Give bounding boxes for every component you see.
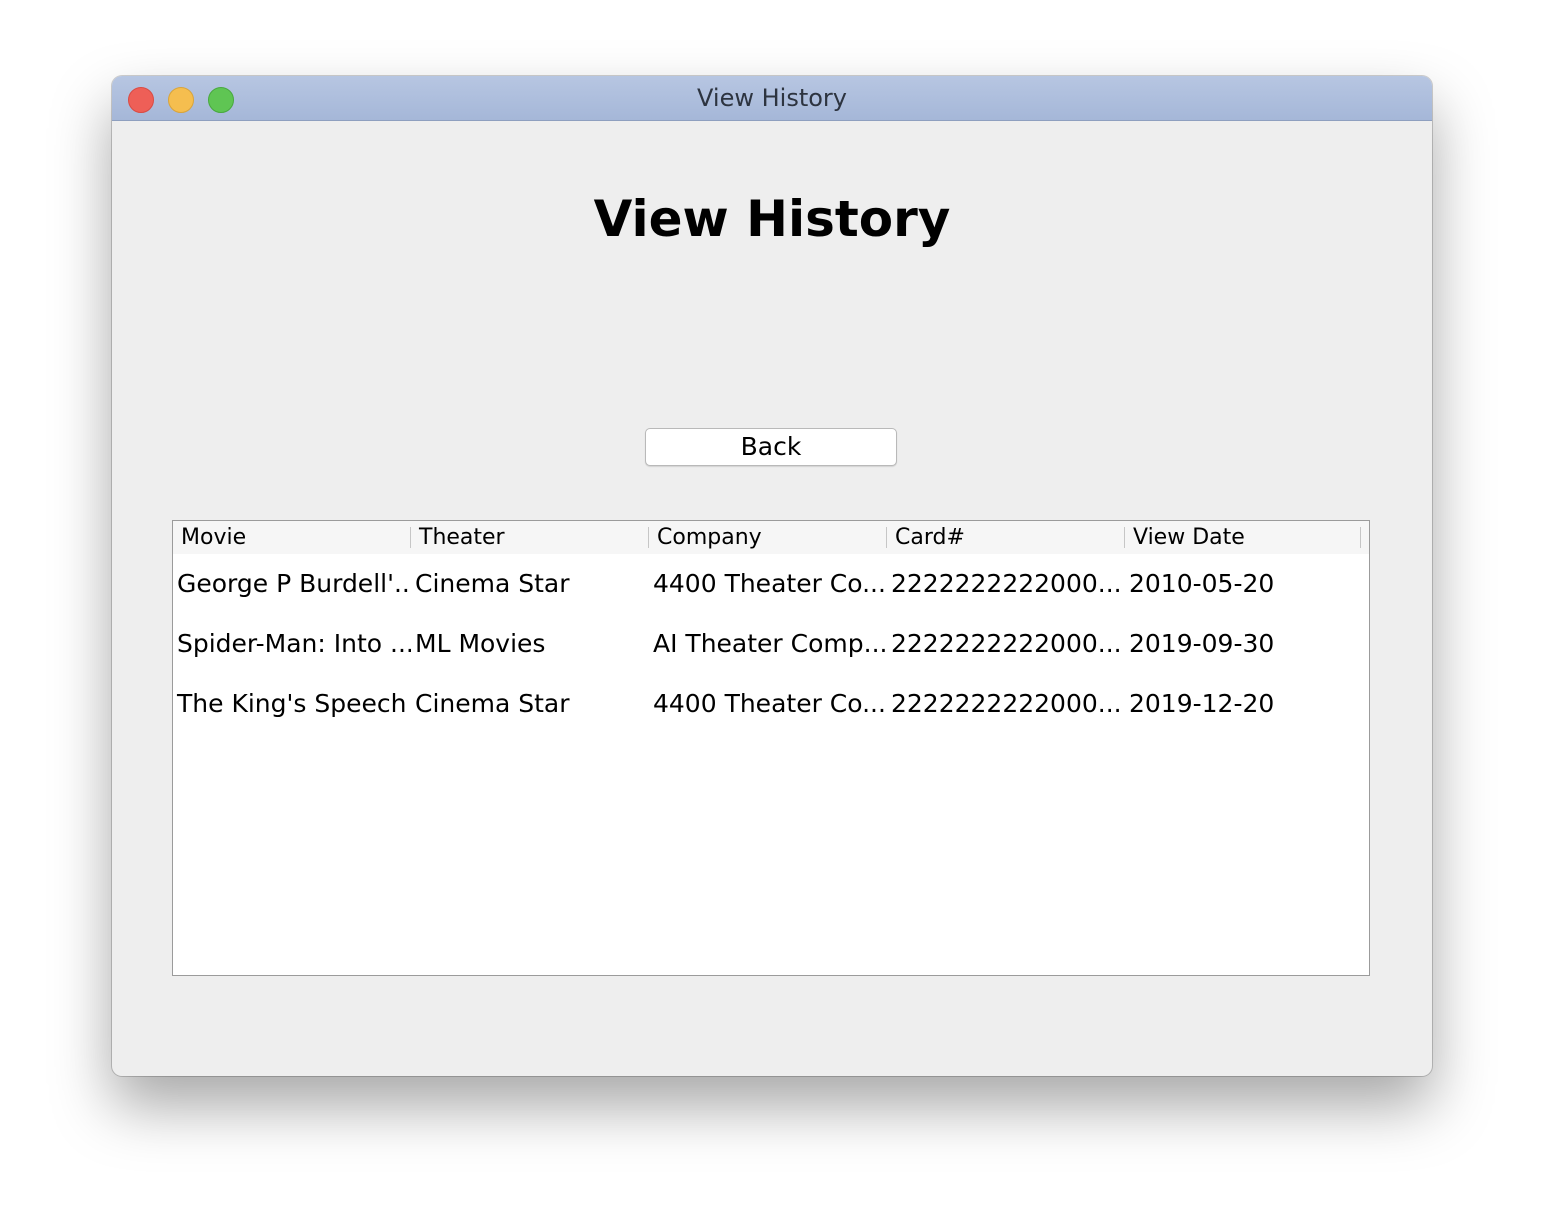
cell-theater[interactable]: Cinema Star [411,554,649,614]
cell-theater[interactable]: ML Movies [411,614,649,674]
cell-view-date[interactable]: 2019-09-30 [1125,614,1363,674]
title-bar[interactable]: View History [112,76,1432,121]
window-title: View History [697,84,847,112]
cell-company[interactable]: AI Theater Comp... [649,614,887,674]
cell-view-date[interactable]: 2010-05-20 [1125,554,1363,614]
table-header: Movie Theater Company Card# View Date [173,521,1369,554]
column-header-theater[interactable]: Theater [411,521,649,554]
column-header-movie[interactable]: Movie [173,521,411,554]
table-row[interactable]: George P Burdell'... Cinema Star 4400 Th… [173,554,1369,614]
cell-card[interactable]: 2222222222000... [887,614,1125,674]
back-button[interactable]: Back [645,428,897,466]
table-body: George P Burdell'... Cinema Star 4400 Th… [173,554,1369,734]
page-title: View History [593,190,951,248]
history-table[interactable]: Movie Theater Company Card# View Date Ge… [172,520,1370,976]
desktop: View History View History Back Movie The… [0,0,1544,1224]
view-history-window: View History View History Back Movie The… [112,76,1432,1076]
cell-view-date[interactable]: 2019-12-20 [1125,674,1363,734]
cell-movie[interactable]: George P Burdell'... [173,554,411,614]
column-header-company[interactable]: Company [649,521,887,554]
table-row[interactable]: The King's Speech Cinema Star 4400 Theat… [173,674,1369,734]
cell-movie[interactable]: Spider-Man: Into ... [173,614,411,674]
cell-company[interactable]: 4400 Theater Co... [649,674,887,734]
table-row[interactable]: Spider-Man: Into ... ML Movies AI Theate… [173,614,1369,674]
cell-card[interactable]: 2222222222000... [887,674,1125,734]
cell-movie[interactable]: The King's Speech [173,674,411,734]
cell-theater[interactable]: Cinema Star [411,674,649,734]
column-header-view-date[interactable]: View Date [1125,521,1363,554]
cell-card[interactable]: 2222222222000... [887,554,1125,614]
column-header-card[interactable]: Card# [887,521,1125,554]
cell-company[interactable]: 4400 Theater Co... [649,554,887,614]
